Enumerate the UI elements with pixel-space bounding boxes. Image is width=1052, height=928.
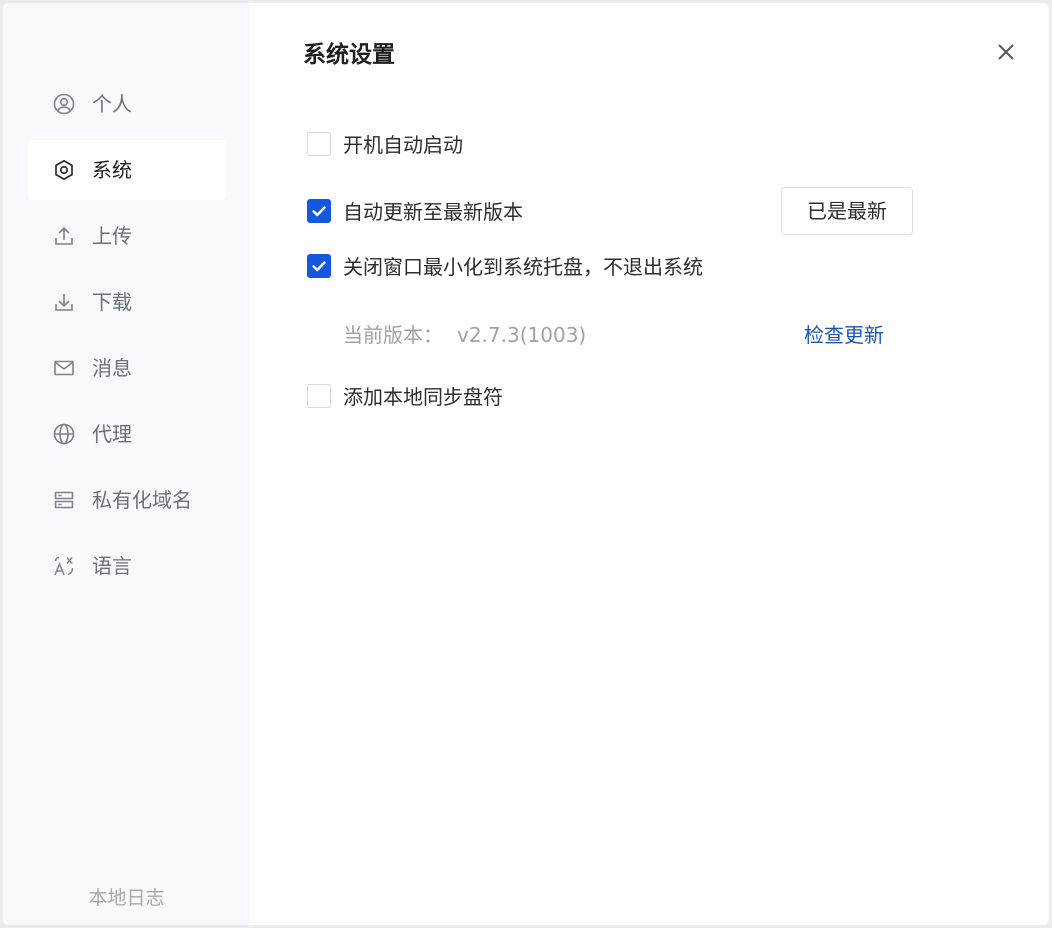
sidebar-item-label: 消息 (92, 356, 132, 380)
sidebar-item-upload[interactable]: 上传 (28, 206, 226, 266)
sidebar-item-label: 语言 (92, 554, 132, 578)
option-label: 添加本地同步盘符 (343, 385, 503, 409)
server-icon (52, 488, 76, 512)
sidebar-item-label: 代理 (92, 422, 132, 446)
version-label: 当前版本： (343, 323, 443, 347)
sidebar-item-private-domain[interactable]: 私有化域名 (28, 470, 226, 530)
auto-start-checkbox[interactable] (307, 132, 331, 156)
checkmark-icon (308, 255, 330, 277)
checkmark-icon (308, 200, 330, 222)
sidebar-item-label: 系统 (92, 158, 132, 182)
already-latest-button[interactable]: 已是最新 (781, 187, 913, 235)
version-value: v2.7.3(1003) (457, 323, 587, 347)
settings-window: 个人 系统 上传 下载 消息 代理 私有化域名 语言 本地日志 系统设置 开机自… (3, 3, 1049, 925)
upload-icon (52, 224, 76, 248)
main-content: 系统设置 开机自动启动 自动更新至最新版本 已是最新 关闭窗口最小化到系统托盘，… (250, 3, 1049, 925)
sidebar-item-language[interactable]: 语言 (28, 536, 226, 596)
user-circle-icon (52, 92, 76, 116)
page-title: 系统设置 (303, 42, 395, 68)
check-update-link[interactable]: 检查更新 (804, 319, 884, 351)
auto-update-checkbox[interactable] (307, 199, 331, 223)
sidebar-item-label: 下载 (92, 290, 132, 314)
mail-icon (52, 356, 76, 380)
minimize-to-tray-checkbox[interactable] (307, 254, 331, 278)
close-button[interactable] (993, 39, 1019, 65)
sidebar-item-label: 上传 (92, 224, 132, 248)
sidebar-item-download[interactable]: 下载 (28, 272, 226, 332)
sidebar-item-system[interactable]: 系统 (28, 140, 226, 200)
globe-icon (52, 422, 76, 446)
option-label: 自动更新至最新版本 (343, 200, 523, 224)
current-version: 当前版本： v2.7.3(1003) (343, 319, 586, 351)
hexagon-settings-icon (52, 158, 76, 182)
sidebar-item-personal[interactable]: 个人 (28, 74, 226, 134)
local-log-link[interactable]: 本地日志 (3, 883, 250, 910)
option-label: 开机自动启动 (343, 133, 463, 157)
download-icon (52, 290, 76, 314)
close-icon (993, 39, 1019, 65)
sidebar: 个人 系统 上传 下载 消息 代理 私有化域名 语言 本地日志 (3, 3, 250, 925)
sidebar-item-label: 私有化域名 (92, 488, 192, 512)
sidebar-item-messages[interactable]: 消息 (28, 338, 226, 398)
local-sync-drive-checkbox[interactable] (307, 384, 331, 408)
translate-icon (52, 554, 76, 578)
option-label: 关闭窗口最小化到系统托盘，不退出系统 (343, 255, 703, 279)
sidebar-item-label: 个人 (92, 92, 132, 116)
sidebar-item-proxy[interactable]: 代理 (28, 404, 226, 464)
